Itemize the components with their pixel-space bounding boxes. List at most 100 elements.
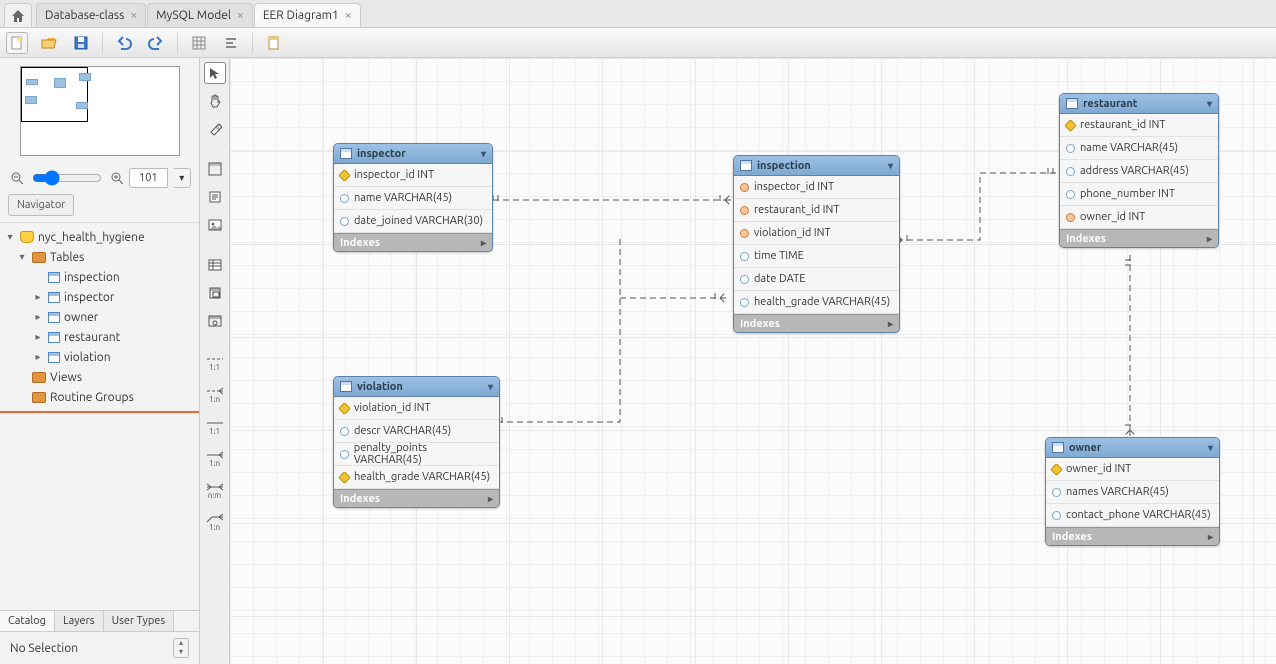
column-row[interactable]: date DATE: [734, 268, 899, 291]
zoom-slider[interactable]: [32, 170, 102, 186]
column-row[interactable]: owner_id INT: [1060, 206, 1218, 229]
entity-header[interactable]: owner ▾: [1046, 438, 1219, 458]
close-icon[interactable]: ×: [345, 9, 352, 22]
expand-icon[interactable]: ▸: [1208, 531, 1213, 543]
entity-header[interactable]: inspector ▾: [334, 144, 492, 164]
table-tool[interactable]: [204, 254, 226, 276]
entity-header[interactable]: inspection ▾: [734, 156, 899, 176]
hand-tool[interactable]: [204, 90, 226, 112]
entity-header[interactable]: violation ▾: [334, 377, 499, 397]
column-row[interactable]: owner_id INT: [1046, 458, 1219, 481]
entity-footer[interactable]: Indexes▸: [1046, 527, 1219, 545]
close-icon[interactable]: ×: [237, 9, 244, 22]
new-file-button[interactable]: [6, 32, 28, 54]
collapse-icon[interactable]: ▾: [481, 148, 486, 160]
routine-tool[interactable]: [204, 310, 226, 332]
tab-eer-diagram[interactable]: EER Diagram1 ×: [254, 3, 361, 27]
note-tool[interactable]: [204, 186, 226, 208]
export-button[interactable]: [263, 32, 285, 54]
rel-1-n-nonid-tool[interactable]: 1:n: [204, 382, 226, 408]
column-row[interactable]: descr VARCHAR(45): [334, 420, 499, 443]
diagram-canvas[interactable]: inspector ▾ inspector_id INT name VARCHA…: [230, 58, 1276, 664]
selection-stepper[interactable]: ▴▾: [173, 638, 189, 658]
tree-tables-node[interactable]: ▾ Tables: [0, 247, 199, 267]
rel-1-n-id-tool[interactable]: 1:n: [204, 446, 226, 472]
minimap[interactable]: [20, 66, 180, 156]
expand-icon[interactable]: ▸: [488, 493, 493, 505]
column-row[interactable]: date_joined VARCHAR(30): [334, 210, 492, 233]
zoom-value[interactable]: 101: [129, 168, 168, 188]
eraser-tool[interactable]: [204, 118, 226, 140]
entity-footer[interactable]: Indexes▸: [334, 489, 499, 507]
tab-mysql-model[interactable]: MySQL Model ×: [147, 3, 253, 27]
view-tool[interactable]: [204, 282, 226, 304]
open-file-button[interactable]: [38, 32, 60, 54]
pointer-tool[interactable]: [204, 62, 226, 84]
tree-table-item[interactable]: ▸ violation: [0, 347, 199, 367]
column-row[interactable]: contact_phone VARCHAR(45): [1046, 504, 1219, 527]
collapse-icon[interactable]: ▾: [1207, 98, 1212, 110]
zoom-dropdown[interactable]: ▾: [174, 168, 191, 188]
rel-place-tool[interactable]: 1:n: [204, 510, 226, 536]
column-row[interactable]: health_grade VARCHAR(45): [334, 466, 499, 489]
entity-footer[interactable]: Indexes▸: [334, 233, 492, 251]
grid-toggle-button[interactable]: [188, 32, 210, 54]
tree-db-node[interactable]: ▾ nyc_health_hygiene: [0, 227, 199, 247]
home-tab[interactable]: [4, 3, 32, 27]
tree-table-item[interactable]: ▸ inspector: [0, 287, 199, 307]
column-row[interactable]: inspector_id INT: [334, 164, 492, 187]
expand-icon[interactable]: ▸: [481, 237, 486, 249]
entity-header[interactable]: restaurant ▾: [1060, 94, 1218, 114]
entity-inspector[interactable]: inspector ▾ inspector_id INT name VARCHA…: [333, 143, 493, 252]
save-button[interactable]: [70, 32, 92, 54]
tree-views-node[interactable]: Views: [0, 367, 199, 387]
image-tool[interactable]: [204, 214, 226, 236]
rel-1-1-id-tool[interactable]: 1:1: [204, 414, 226, 440]
collapse-icon[interactable]: ▾: [488, 381, 493, 393]
entity-violation[interactable]: violation ▾ violation_id INT descr VARCH…: [333, 376, 500, 508]
tab-layers[interactable]: Layers: [55, 611, 104, 631]
column-row[interactable]: health_grade VARCHAR(45): [734, 291, 899, 314]
tab-user-types[interactable]: User Types: [104, 611, 175, 631]
entity-footer[interactable]: Indexes▸: [1060, 229, 1218, 247]
collapse-icon[interactable]: ▾: [1208, 442, 1213, 454]
entity-restaurant[interactable]: restaurant ▾ restaurant_id INT name VARC…: [1059, 93, 1219, 248]
column-row[interactable]: time TIME: [734, 245, 899, 268]
expand-icon[interactable]: ▸: [888, 318, 893, 330]
navigator-tab[interactable]: Navigator: [8, 194, 74, 216]
column-row[interactable]: inspector_id INT: [734, 176, 899, 199]
close-icon[interactable]: ×: [130, 9, 137, 22]
layer-tool[interactable]: [204, 158, 226, 180]
undo-button[interactable]: [113, 32, 135, 54]
rel-n-m-tool[interactable]: n:m: [204, 478, 226, 504]
tree-label: Views: [50, 371, 82, 384]
column-row[interactable]: restaurant_id INT: [734, 199, 899, 222]
entity-inspection[interactable]: inspection ▾ inspector_id INT restaurant…: [733, 155, 900, 333]
column-row[interactable]: violation_id INT: [334, 397, 499, 420]
collapse-icon[interactable]: ▾: [888, 160, 893, 172]
tree-routines-node[interactable]: Routine Groups: [0, 387, 199, 407]
rel-1-1-nonid-tool[interactable]: 1:1: [204, 350, 226, 376]
column-row[interactable]: name VARCHAR(45): [334, 187, 492, 210]
redo-button[interactable]: [145, 32, 167, 54]
column-row[interactable]: name VARCHAR(45): [1060, 137, 1218, 160]
entity-footer[interactable]: Indexes▸: [734, 314, 899, 332]
align-button[interactable]: [220, 32, 242, 54]
expand-icon[interactable]: ▸: [1207, 233, 1212, 245]
column-row[interactable]: restaurant_id INT: [1060, 114, 1218, 137]
zoom-out-icon[interactable]: [10, 171, 24, 185]
column-row[interactable]: phone_number INT: [1060, 183, 1218, 206]
entity-owner[interactable]: owner ▾ owner_id INT names VARCHAR(45) c…: [1045, 437, 1220, 546]
column-row[interactable]: address VARCHAR(45): [1060, 160, 1218, 183]
tab-database-class[interactable]: Database-class ×: [36, 3, 146, 27]
attr-icon: [340, 450, 349, 459]
chevron-right-icon: ▸: [32, 291, 44, 303]
column-row[interactable]: penalty_points VARCHAR(45): [334, 443, 499, 466]
tree-table-item[interactable]: inspection: [0, 267, 199, 287]
tab-catalog[interactable]: Catalog: [0, 611, 55, 631]
column-row[interactable]: names VARCHAR(45): [1046, 481, 1219, 504]
tree-table-item[interactable]: ▸ restaurant: [0, 327, 199, 347]
zoom-in-icon[interactable]: [110, 171, 124, 185]
column-row[interactable]: violation_id INT: [734, 222, 899, 245]
tree-table-item[interactable]: ▸ owner: [0, 307, 199, 327]
